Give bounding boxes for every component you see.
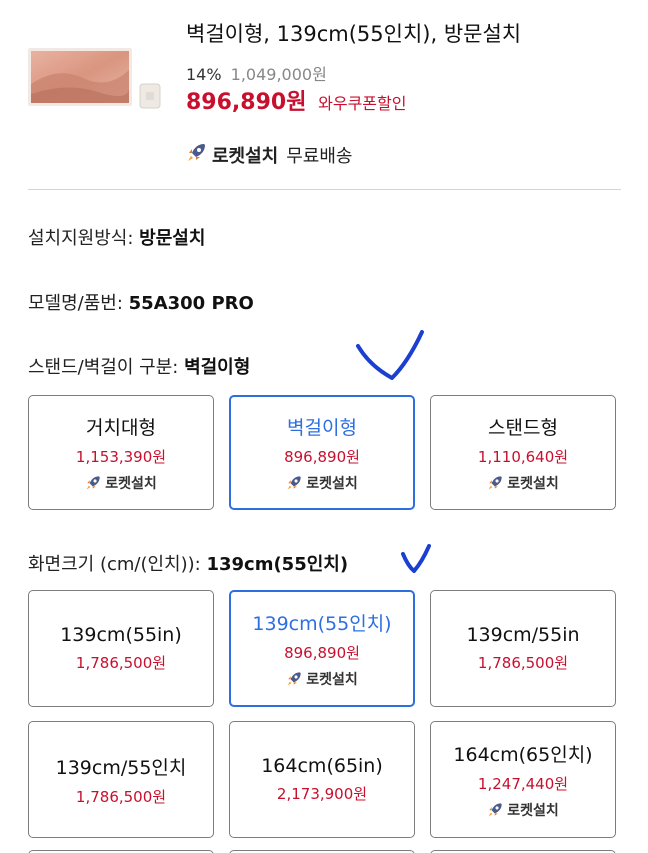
stand-type-label: 스탠드/벽걸이 구분: xyxy=(28,357,185,378)
rocket-icon xyxy=(488,803,502,817)
option-size[interactable]: 139cm/55in 1,786,500원 xyxy=(430,590,616,707)
screen-size-label: 화면크기 (cm/(인치)): xyxy=(28,554,207,575)
screen-size-row: 화면크기 (cm/(인치)): 139cm(55인치) xyxy=(28,550,348,576)
option-size[interactable]: 139cm(55in) 1,786,500원 xyxy=(28,590,214,707)
product-title: 벽걸이형, 139cm(55인치), 방문설치 xyxy=(186,22,522,46)
option-stand-mount[interactable]: 거치대형 1,153,390원 로켓설치 xyxy=(28,395,214,510)
shipping-row: 로켓설치 무료배송 xyxy=(186,141,353,168)
rocket-badge: 로켓설치 xyxy=(286,669,358,689)
rocket-badge-label: 로켓설치 xyxy=(105,475,157,492)
option-name: 139cm/55in xyxy=(466,624,580,646)
rocket-badge-label: 로켓설치 xyxy=(306,475,358,492)
rocket-icon xyxy=(287,476,301,490)
install-method-label: 설치지원방식: xyxy=(28,228,140,249)
checkmark-icon xyxy=(401,544,431,573)
rocket-badge: 로켓설치 xyxy=(85,473,157,493)
model-value: 55A300 PRO xyxy=(128,293,254,314)
option-price: 1,786,500원 xyxy=(75,654,167,672)
stand-type-row: 스탠드/벽걸이 구분: 벽걸이형 xyxy=(28,353,250,379)
rocket-badge-label: 로켓설치 xyxy=(507,802,559,819)
install-method-value: 방문설치 xyxy=(139,228,206,249)
rocket-badge: 로켓설치 xyxy=(487,800,559,820)
option-name: 139cm(55in) xyxy=(60,624,182,646)
option-price: 1,786,500원 xyxy=(75,787,167,806)
rocket-badge: 로켓설치 xyxy=(286,473,358,493)
rocket-install-label: 로켓설치 xyxy=(212,145,279,167)
option-price: 1,110,640원 xyxy=(477,447,569,466)
option-name: 스탠드형 xyxy=(488,416,558,439)
option-price: 1,153,390원 xyxy=(75,447,167,466)
model-row: 모델명/품번: 55A300 PRO xyxy=(28,289,254,315)
option-size[interactable]: 164cm(65인치) 1,247,440원 로켓설치 xyxy=(430,721,616,838)
sale-price: 896,890원 xyxy=(186,90,307,115)
coupon-label: 와우쿠폰할인 xyxy=(318,94,407,113)
option-size[interactable]: 164cm(65in) 2,173,900원 xyxy=(229,721,415,838)
model-label: 모델명/품번: xyxy=(28,293,129,314)
option-name: 164cm(65in) xyxy=(261,755,383,777)
sale-price-row: 896,890원 와우쿠폰할인 xyxy=(186,84,406,116)
option-name: 164cm(65인치) xyxy=(453,743,593,766)
rocket-icon xyxy=(186,141,208,168)
option-name: 139cm/55인치 xyxy=(55,756,187,779)
option-price: 896,890원 xyxy=(284,447,360,466)
divider xyxy=(28,189,621,190)
rocket-icon xyxy=(488,476,502,490)
rocket-badge: 로켓설치 xyxy=(487,473,559,493)
option-name: 벽걸이형 xyxy=(287,416,357,439)
rocket-badge-label: 로켓설치 xyxy=(507,475,559,492)
screen-size-value: 139cm(55인치) xyxy=(206,554,349,575)
option-price: 2,173,900원 xyxy=(276,785,368,803)
option-wall-mount[interactable]: 벽걸이형 896,890원 로켓설치 xyxy=(229,395,415,510)
option-name: 139cm(55인치) xyxy=(252,612,392,635)
option-name: 거치대형 xyxy=(86,416,156,439)
product-header: 벽걸이형, 139cm(55인치), 방문설치 14% 1,049,000원 8… xyxy=(0,0,648,178)
discount-rate: 14% xyxy=(186,65,222,84)
option-size[interactable]: 139cm/55인치 1,786,500원 xyxy=(28,721,214,838)
stand-type-value: 벽걸이형 xyxy=(184,357,251,378)
option-price: 896,890원 xyxy=(284,643,360,662)
product-thumbnail[interactable] xyxy=(28,44,164,110)
option-size-selected[interactable]: 139cm(55인치) 896,890원 로켓설치 xyxy=(229,590,415,707)
discount-row: 14% 1,049,000원 xyxy=(186,61,327,85)
install-method-row: 설치지원방식: 방문설치 xyxy=(28,224,205,250)
option-price: 1,247,440원 xyxy=(477,774,569,793)
original-price: 1,049,000원 xyxy=(230,65,327,84)
rocket-badge-label: 로켓설치 xyxy=(306,671,358,688)
checkmark-icon xyxy=(356,330,424,380)
free-shipping-label: 무료배송 xyxy=(286,145,353,167)
rocket-icon xyxy=(86,476,100,490)
rocket-icon xyxy=(287,672,301,686)
option-stand[interactable]: 스탠드형 1,110,640원 로켓설치 xyxy=(430,395,616,510)
option-price: 1,786,500원 xyxy=(477,654,569,672)
